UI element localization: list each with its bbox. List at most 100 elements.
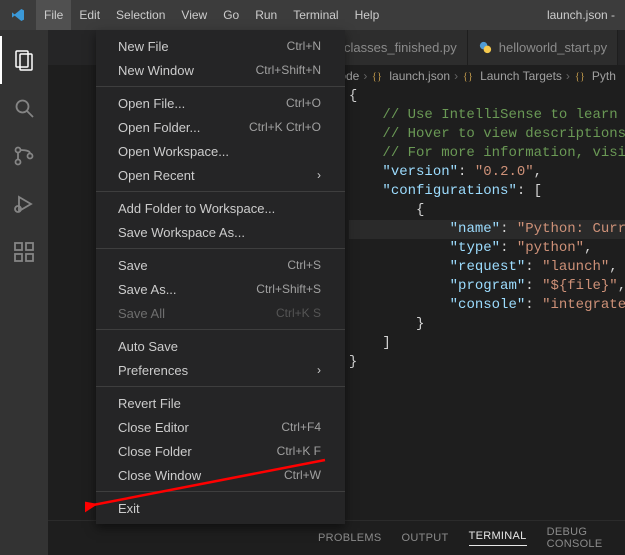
file-menu-dropdown: New FileCtrl+N New Window Ctrl+Shift+N Open… (96, 30, 345, 524)
panel-tab-debug-console[interactable]: DEBUG CONSOLE (547, 526, 625, 550)
chevron-right-icon: › (317, 168, 321, 182)
code-line[interactable]: "configurations": [ (349, 182, 625, 201)
menu-item-new-window[interactable]: New Window Ctrl+Shift+N (96, 58, 345, 82)
menu-item-open-file[interactable]: Open File... Ctrl+O (96, 91, 345, 115)
code-line[interactable]: "request": "launch", (349, 258, 625, 277)
breadcrumb-item[interactable]: {} Launch Targets (462, 69, 562, 83)
menu-shortcut: Ctrl+K F (277, 444, 321, 458)
menu-item-open-workspace[interactable]: Open Workspace... (96, 139, 345, 163)
svg-text:{}: {} (463, 72, 473, 83)
menu-shortcut: Ctrl+K Ctrl+O (249, 120, 321, 134)
chevron-right-icon: › (454, 69, 458, 83)
menu-separator (96, 86, 345, 87)
code-line[interactable]: "type": "python", (349, 239, 625, 258)
menu-item-label: Open File... (118, 96, 185, 111)
menu-item-save-all: Save All Ctrl+K S (96, 301, 345, 325)
menu-item-label: Save Workspace As... (118, 225, 245, 240)
menu-selection[interactable]: Selection (108, 0, 173, 30)
tab-label: classes_finished.py (344, 40, 457, 55)
menu-item-label: Add Folder to Workspace... (118, 201, 275, 216)
code-line[interactable]: } (349, 353, 625, 372)
menu-item-close-folder[interactable]: Close Folder Ctrl+K F (96, 439, 345, 463)
menu-item-label: Close Editor (118, 420, 189, 435)
breadcrumb-item[interactable]: {} launch.json (371, 69, 450, 83)
menu-item-label: Close Window (118, 468, 201, 483)
menu-shortcut: Ctrl+Shift+N (256, 63, 321, 77)
breadcrumb-item[interactable]: {}Pyth (574, 69, 616, 83)
braces-icon: {} (371, 69, 385, 83)
menu-shortcut: Ctrl+F4 (281, 420, 321, 434)
menu-item-exit[interactable]: Exit (96, 496, 345, 520)
menu-item-open-recent[interactable]: Open Recent › (96, 163, 345, 187)
svg-text:{}: {} (372, 72, 382, 83)
menu-separator (96, 191, 345, 192)
code-line[interactable]: // For more information, visi (349, 144, 625, 163)
menu-shortcut: Ctrl+S (287, 258, 321, 272)
menu-item-auto-save[interactable]: Auto Save (96, 334, 345, 358)
menu-item-open-folder[interactable]: Open Folder... Ctrl+K Ctrl+O (96, 115, 345, 139)
code-line[interactable]: "console": "integrate (349, 296, 625, 315)
run-debug-icon[interactable] (0, 180, 48, 228)
menu-item-label: Open Recent (118, 168, 195, 183)
tab-label: helloworld_start.py (499, 40, 607, 55)
menu-shortcut: Ctrl+Shift+S (256, 282, 321, 296)
menu-item-label: Open Workspace... (118, 144, 229, 159)
code-line[interactable]: { (349, 201, 625, 220)
code-line[interactable]: { (349, 87, 625, 106)
menu-shortcut: Ctrl+K S (276, 306, 321, 320)
window-title: launch.json - (387, 8, 625, 22)
menu-item-label: Close Folder (118, 444, 192, 459)
explorer-icon[interactable] (0, 36, 48, 84)
menu-item-label: Save All (118, 306, 165, 321)
menu-item-label: Exit (118, 501, 140, 516)
code-line[interactable]: "version": "0.2.0", (349, 163, 625, 182)
panel-tab-terminal[interactable]: TERMINAL (469, 530, 527, 546)
menu-item-label: New Window (118, 63, 194, 78)
menu-item-add-folder-to-workspace[interactable]: Add Folder to Workspace... (96, 196, 345, 220)
menu-shortcut: Ctrl+N (287, 39, 321, 53)
menu-item-close-editor[interactable]: Close Editor Ctrl+F4 (96, 415, 345, 439)
code-line[interactable]: "program": "${file}", (349, 277, 625, 296)
panel-tab-problems[interactable]: PROBLEMS (318, 532, 382, 544)
menu-terminal[interactable]: Terminal (285, 0, 346, 30)
menu-item-save[interactable]: Save Ctrl+S (96, 253, 345, 277)
svg-text:{}: {} (575, 72, 585, 83)
menu-item-save-workspace-as[interactable]: Save Workspace As... (96, 220, 345, 244)
menu-go[interactable]: Go (215, 0, 247, 30)
source-control-icon[interactable] (0, 132, 48, 180)
menu-file[interactable]: File (36, 0, 71, 30)
code-line[interactable]: ] (349, 334, 625, 353)
menu-item-label: Save (118, 258, 148, 273)
breadcrumb-label: Launch Targets (480, 69, 562, 83)
panel-tab-output[interactable]: OUTPUT (402, 532, 449, 544)
titlebar: FileEditSelectionViewGoRunTerminalHelp l… (0, 0, 625, 30)
menu-item-label: Open Folder... (118, 120, 200, 135)
extensions-icon[interactable] (0, 228, 48, 276)
menu-edit[interactable]: Edit (71, 0, 108, 30)
menu-item-label: Preferences (118, 363, 188, 378)
code-line[interactable]: // Hover to view descriptions (349, 125, 625, 144)
breadcrumb-label: launch.json (389, 69, 450, 83)
menu-view[interactable]: View (173, 0, 215, 30)
menu-run[interactable]: Run (247, 0, 285, 30)
code-line[interactable]: } (349, 315, 625, 334)
braces-icon: {} (462, 69, 476, 83)
code-line[interactable]: "name": "Python: Curr (349, 220, 625, 239)
menu-separator (96, 386, 345, 387)
menu-item-close-window[interactable]: Close WindowCtrl+W (96, 463, 345, 487)
vscode-logo-icon (0, 0, 36, 30)
menu-separator (96, 248, 345, 249)
menu-item-save-as[interactable]: Save As... Ctrl+Shift+S (96, 277, 345, 301)
menu-item-new-file[interactable]: New FileCtrl+N (96, 34, 345, 58)
code-line[interactable]: // Use IntelliSense to learn (349, 106, 625, 125)
menu-item-revert-file[interactable]: Revert File (96, 391, 345, 415)
menu-shortcut: Ctrl+O (286, 96, 321, 110)
editor-tab[interactable]: helloworld_start.py (468, 30, 618, 65)
menu-item-preferences[interactable]: Preferences› (96, 358, 345, 382)
menu-item-label: Save As... (118, 282, 177, 297)
menubar: FileEditSelectionViewGoRunTerminalHelp (36, 0, 387, 30)
menu-help[interactable]: Help (347, 0, 388, 30)
search-icon[interactable] (0, 84, 48, 132)
chevron-right-icon: › (363, 69, 367, 83)
editor-area: classes_finished.pyhelloworld_start.py .… (48, 30, 625, 555)
